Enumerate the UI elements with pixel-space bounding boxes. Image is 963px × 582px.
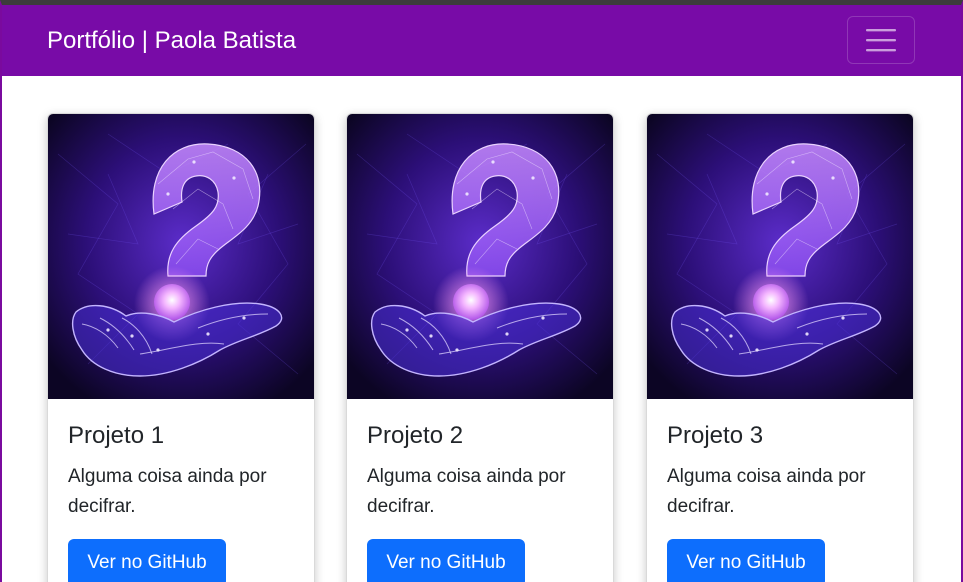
- project-image: [347, 114, 613, 399]
- hamburger-menu-icon: [866, 29, 896, 52]
- project-card: Projeto 1 Alguma coisa ainda por decifra…: [47, 113, 315, 582]
- project-title: Projeto 2: [367, 422, 464, 449]
- navbar-brand[interactable]: Portfólio | Paola Batista: [47, 26, 296, 56]
- github-button[interactable]: Ver no GitHub: [367, 539, 525, 582]
- project-title: Projeto 3: [667, 422, 764, 449]
- page-frame: Portfólio | Paola Batista Projeto 1 Algu…: [0, 0, 963, 582]
- github-button[interactable]: Ver no GitHub: [68, 539, 226, 582]
- github-button[interactable]: Ver no GitHub: [667, 539, 825, 582]
- project-title: Projeto 1: [68, 422, 165, 449]
- project-card: Projeto 3 Alguma coisa ainda por decifra…: [646, 113, 914, 582]
- project-image: [48, 114, 314, 399]
- project-image: [647, 114, 913, 399]
- project-description: Alguma coisa ainda por decifrar.: [667, 466, 866, 517]
- project-description: Alguma coisa ainda por decifrar.: [367, 466, 566, 517]
- navbar-toggle-button[interactable]: [847, 16, 915, 64]
- project-description: Alguma coisa ainda por decifrar.: [68, 466, 267, 517]
- navbar: Portfólio | Paola Batista: [2, 5, 961, 76]
- project-card: Projeto 2 Alguma coisa ainda por decifra…: [346, 113, 614, 582]
